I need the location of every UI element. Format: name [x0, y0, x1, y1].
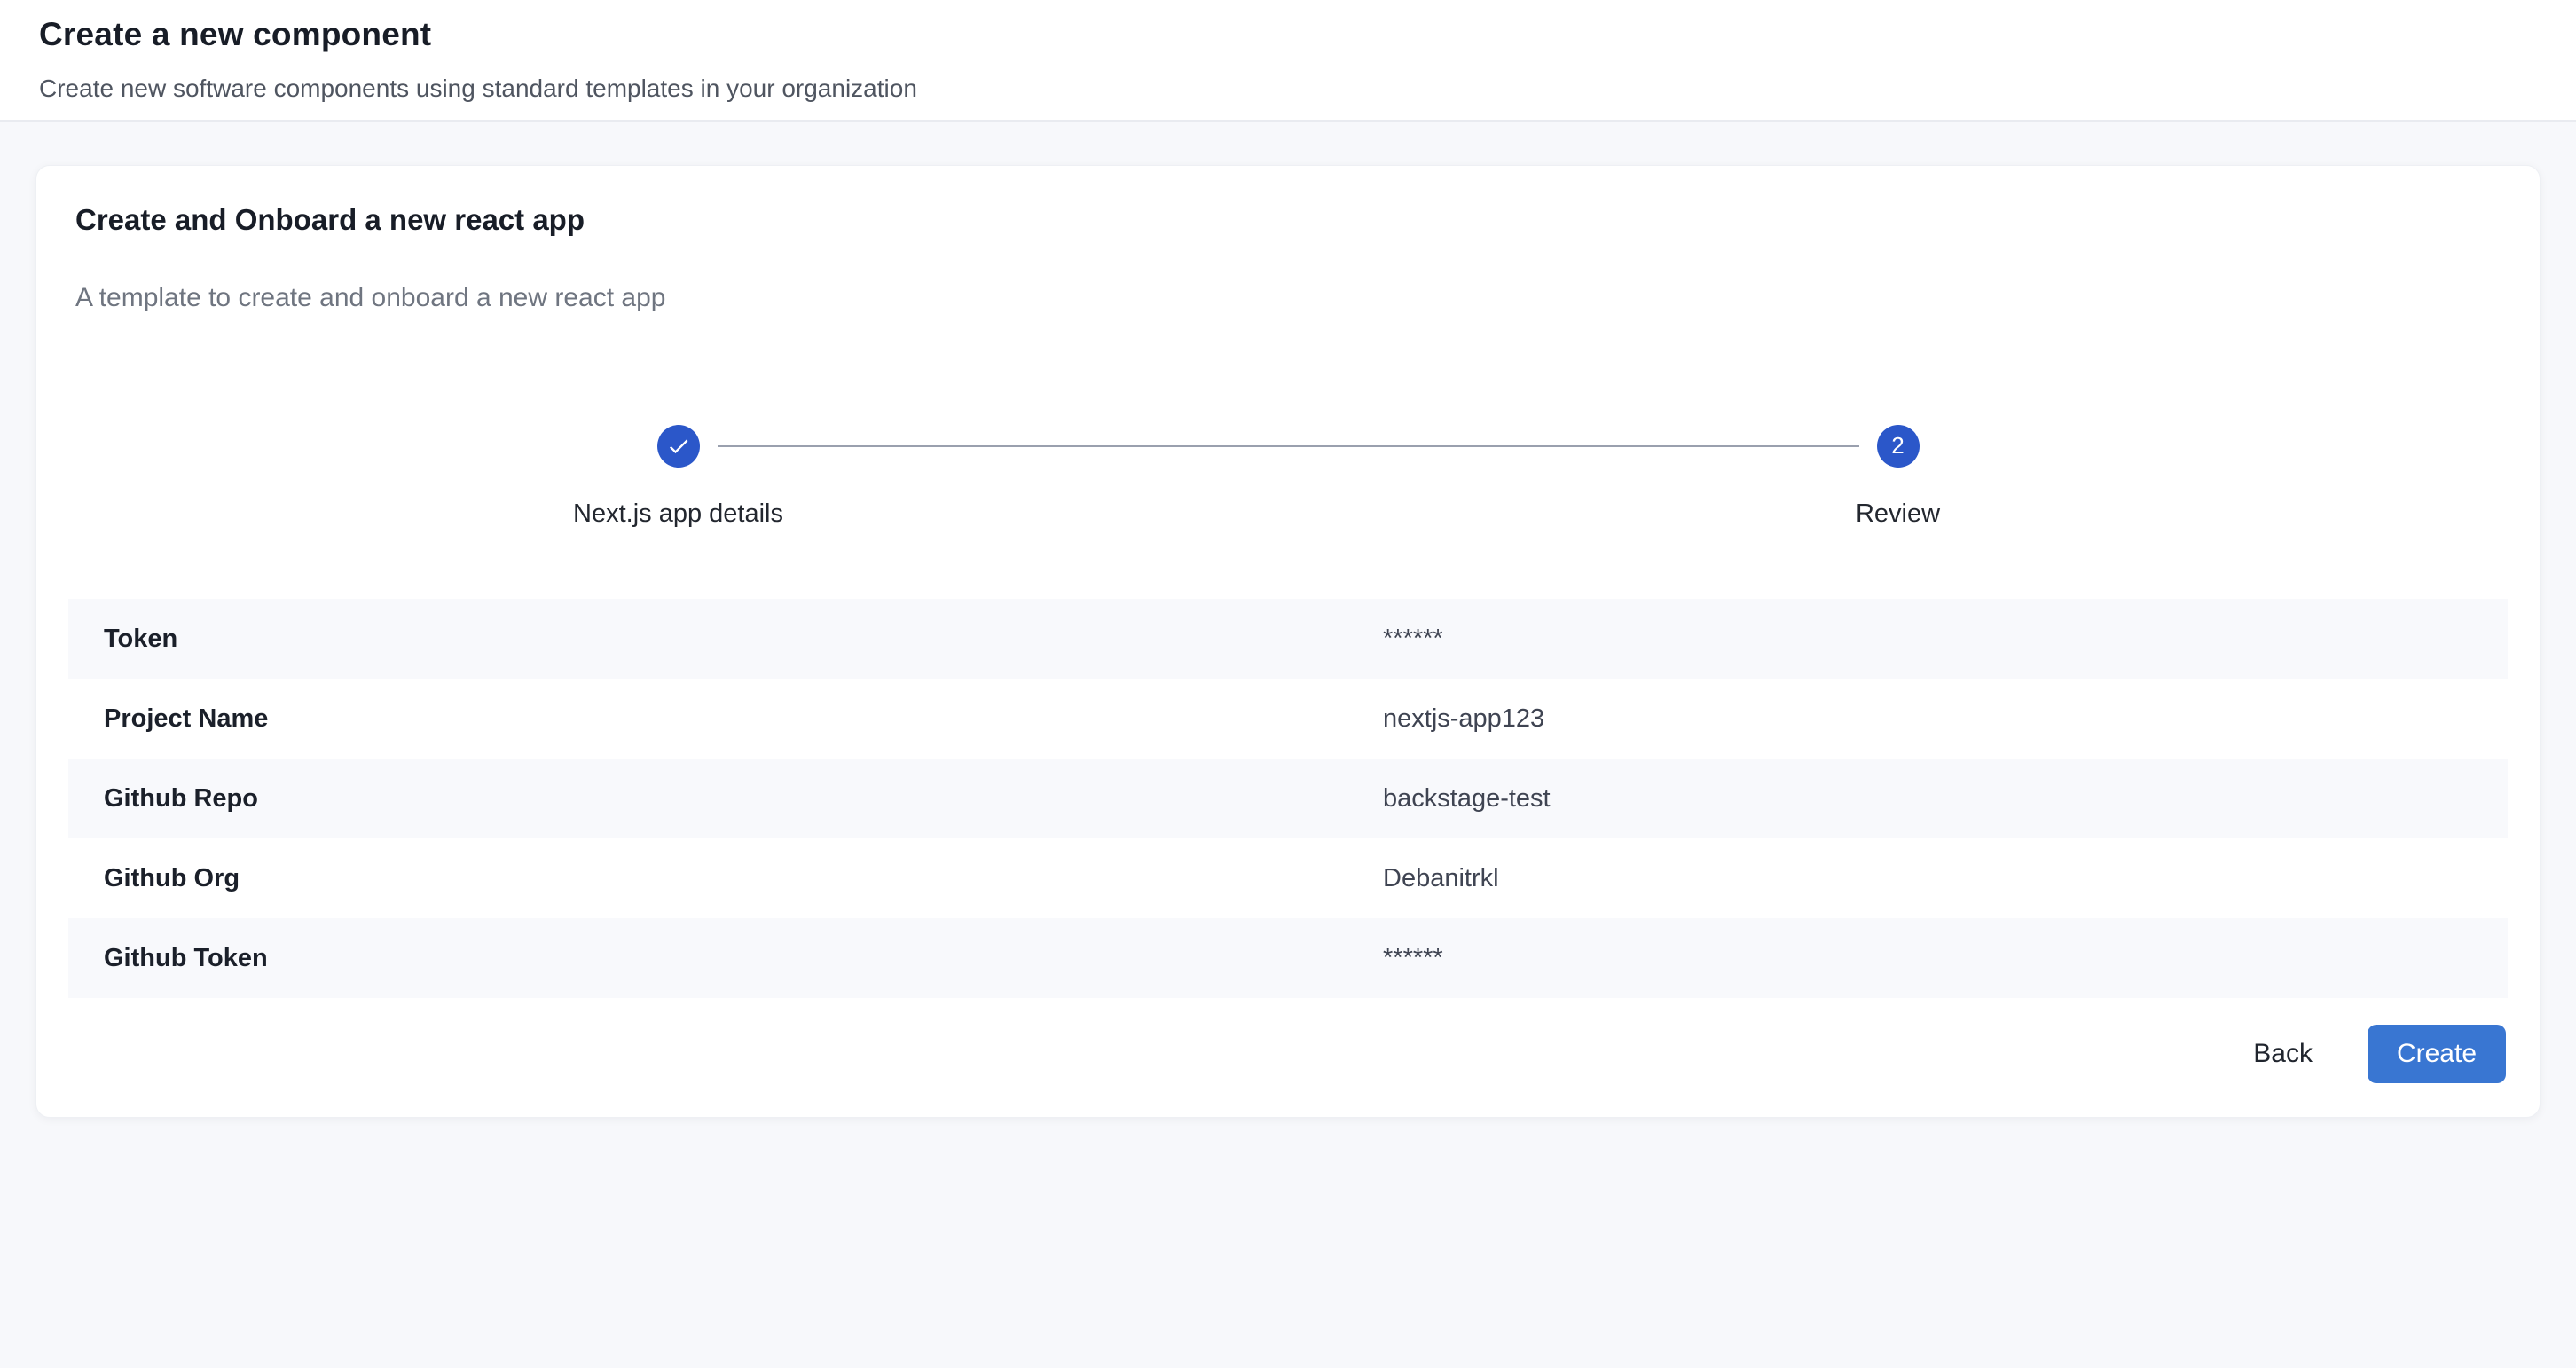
check-icon: [666, 434, 691, 459]
row-label: Project Name: [104, 704, 1383, 734]
row-value: nextjs-app123: [1383, 704, 2508, 734]
row-label: Github Repo: [104, 784, 1383, 814]
row-value: ******: [1383, 625, 2508, 654]
step-label: Next.js app details: [573, 498, 783, 530]
stepper: Next.js app details 2 Review: [68, 425, 2508, 530]
table-row: Token ******: [68, 599, 2508, 679]
row-label: Github Token: [104, 944, 1383, 973]
template-card: Create and Onboard a new react app A tem…: [35, 165, 2541, 1118]
step-completed-indicator: [657, 425, 700, 468]
page-title: Create a new component: [39, 14, 2537, 55]
row-label: Github Org: [104, 864, 1383, 893]
page-subtitle: Create new software components using sta…: [39, 73, 2537, 104]
review-table: Token ****** Project Name nextjs-app123 …: [68, 599, 2508, 998]
row-value: ******: [1383, 944, 2508, 973]
page-header: Create a new component Create new softwa…: [0, 0, 2576, 122]
card-footer: Back Create: [68, 1025, 2508, 1083]
step-number-indicator: 2: [1877, 425, 1920, 468]
step-review: 2 Review: [1288, 425, 2508, 530]
template-subtitle: A template to create and onboard a new r…: [75, 281, 2508, 315]
row-label: Token: [104, 625, 1383, 654]
step-label: Review: [1856, 498, 1940, 530]
back-button[interactable]: Back: [2242, 1030, 2323, 1078]
template-title: Create and Onboard a new react app: [75, 201, 2508, 238]
table-row: Project Name nextjs-app123: [68, 679, 2508, 759]
create-button[interactable]: Create: [2368, 1025, 2506, 1083]
table-row: Github Org Debanitrkl: [68, 838, 2508, 918]
main-content: Create and Onboard a new react app A tem…: [0, 122, 2576, 1118]
table-row: Github Repo backstage-test: [68, 759, 2508, 838]
step-nextjs-app-details: Next.js app details: [68, 425, 1288, 530]
row-value: Debanitrkl: [1383, 864, 2508, 893]
table-row: Github Token ******: [68, 918, 2508, 998]
row-value: backstage-test: [1383, 784, 2508, 814]
